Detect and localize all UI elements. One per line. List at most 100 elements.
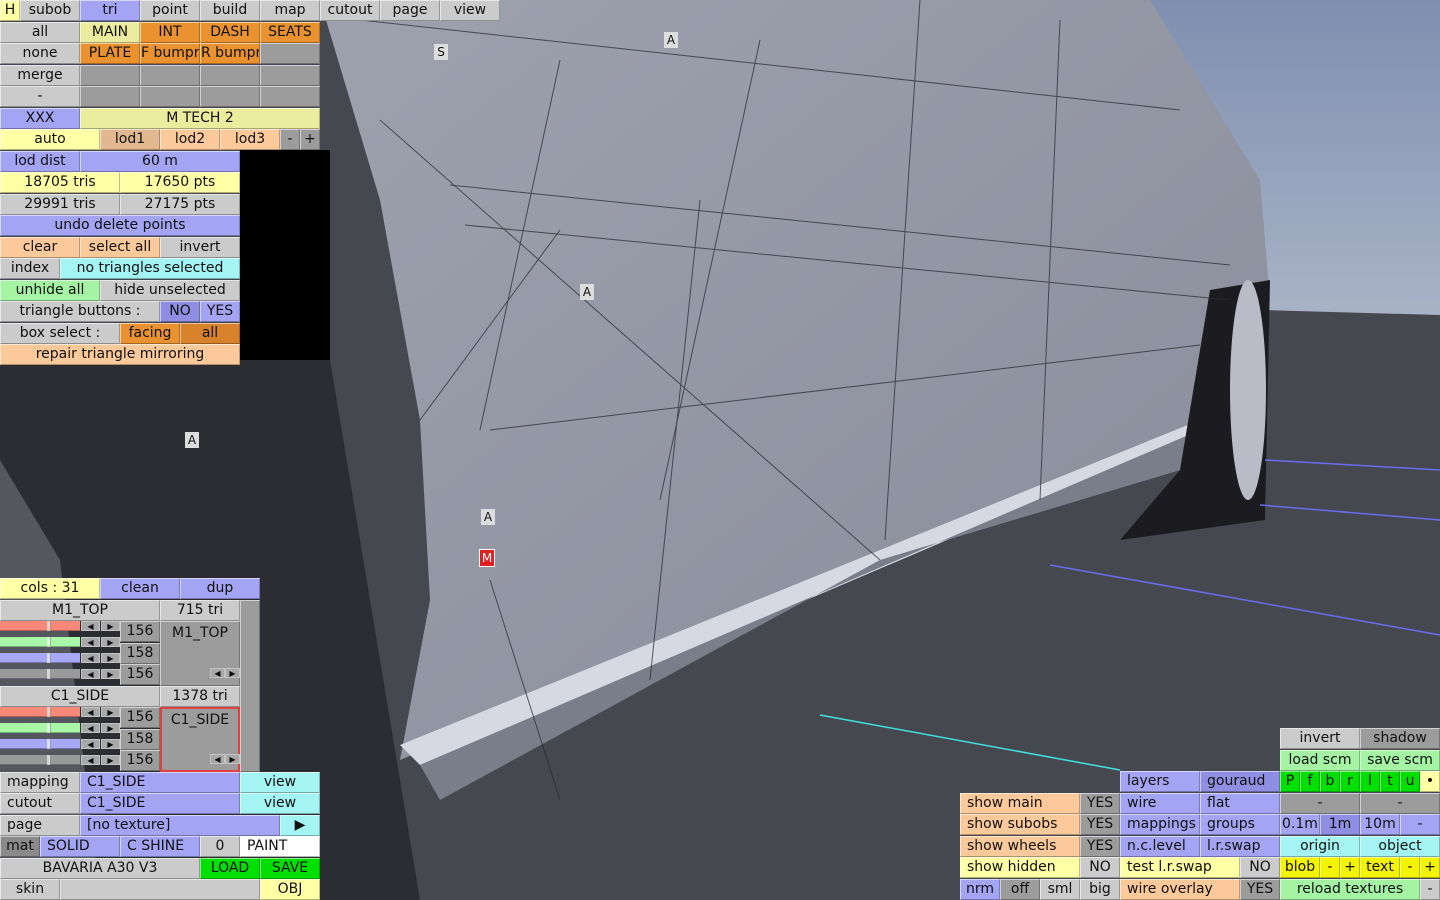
shadow-button[interactable]: shadow [1360,728,1440,749]
object-button[interactable]: object [1360,836,1440,857]
next-arrow-icon[interactable]: ▶ [225,668,240,678]
group-button[interactable]: INT [140,22,200,43]
slider-knob[interactable] [47,707,51,717]
hide-unselected-button[interactable]: hide unselected [100,280,240,301]
repair-triangle-mirroring-button[interactable]: repair triangle mirroring [0,344,240,365]
view-3-button[interactable]: r [1340,771,1360,792]
box-select-facing[interactable]: facing [120,323,180,344]
slider-knob[interactable] [47,723,51,733]
point-marker[interactable]: A [664,32,678,48]
lod1-button[interactable]: lod1 [100,129,160,150]
show-wheels-toggle[interactable]: YES [1080,836,1120,857]
lr-swap-button[interactable]: l.r.swap [1200,836,1280,857]
decrease-arrow-icon[interactable]: ◀ [81,723,100,733]
mapping-view-button[interactable]: view [240,772,320,793]
decrease-arrow-icon[interactable]: ◀ [81,707,100,717]
lod-auto-button[interactable]: auto [0,129,100,150]
colour-channel-slider[interactable] [0,707,80,717]
tab-view[interactable]: view [440,0,500,21]
colour-channel-slider[interactable] [0,637,80,647]
point-marker[interactable]: A [185,432,199,448]
increase-arrow-icon[interactable]: ▶ [101,653,120,663]
display-invert-button[interactable]: invert [1280,728,1360,749]
unhide-all-button[interactable]: unhide all [0,280,100,301]
normals-button[interactable]: nrm [960,879,1000,900]
group-button[interactable]: PLATE [80,43,140,64]
colour-channel-slider[interactable] [0,723,80,733]
index-button[interactable]: index [0,258,60,279]
skin-field[interactable] [60,879,260,900]
tab-build[interactable]: build [200,0,260,21]
decrease-arrow-icon[interactable]: ◀ [81,653,100,663]
solid-button[interactable]: SOLID [40,836,120,857]
decrease-arrow-icon[interactable]: ◀ [81,621,100,631]
normals-button[interactable]: big [1080,879,1120,900]
show-subobs-toggle[interactable]: YES [1080,814,1120,835]
load-button[interactable]: LOAD [200,858,260,879]
colour-channel-slider[interactable] [0,739,80,749]
colour-list-scrollbar[interactable] [240,600,260,772]
view-4-button[interactable]: l [1360,771,1380,792]
tab-tri[interactable]: tri [80,0,140,21]
mappings-button[interactable]: mappings [1120,814,1200,835]
dash-button[interactable]: - [1360,793,1440,814]
lod3-button[interactable]: lod3 [220,129,280,150]
view-1-button[interactable]: f [1300,771,1320,792]
show-hidden-toggle[interactable]: NO [1080,857,1120,878]
select-all-groups-button[interactable]: all [0,22,80,43]
paint-field[interactable]: PAINT [240,836,320,857]
increase-arrow-icon[interactable]: ▶ [101,637,120,647]
minus-button[interactable]: - [0,86,80,107]
decrease-arrow-icon[interactable]: ◀ [81,637,100,647]
clear-button[interactable]: clear [0,237,80,258]
blob-plus-button[interactable]: + [1340,857,1360,878]
text-plus-button[interactable]: + [1420,857,1440,878]
group-slot[interactable] [200,86,260,107]
normals-button[interactable]: off [1000,879,1040,900]
group-slot[interactable] [260,86,320,107]
reload-textures-button[interactable]: reload textures [1280,879,1420,900]
normals-button[interactable]: sml [1040,879,1080,900]
save-scm-button[interactable]: save scm [1360,750,1440,771]
increase-arrow-icon[interactable]: ▶ [101,755,120,765]
gouraud-button[interactable]: gouraud [1200,771,1280,792]
tab-map[interactable]: map [260,0,320,21]
tab-cutout[interactable]: cutout [320,0,380,21]
grid-size-button[interactable]: 1m [1320,814,1360,835]
lod-plus-button[interactable]: + [300,129,320,150]
test-lr-swap-toggle[interactable]: NO [1240,857,1280,878]
reload-minus-button[interactable]: - [1420,879,1440,900]
slider-knob[interactable] [47,621,51,631]
group-slot[interactable] [260,43,320,64]
text-minus-button[interactable]: - [1400,857,1420,878]
tab-page[interactable]: page [380,0,440,21]
point-marker[interactable]: A [580,284,594,300]
grid-size-button[interactable]: - [1400,814,1440,835]
group-slot[interactable] [140,65,200,86]
nc-level-button[interactable]: n.c.level [1120,836,1200,857]
clean-button[interactable]: clean [100,578,180,599]
group-button[interactable]: F bumpr [140,43,200,64]
cutout-view-button[interactable]: view [240,793,320,814]
decrease-arrow-icon[interactable]: ◀ [81,755,100,765]
invert-selection-button[interactable]: invert [160,237,240,258]
lod-minus-button[interactable]: - [280,129,300,150]
increase-arrow-icon[interactable]: ▶ [101,707,120,717]
group-slot[interactable] [80,86,140,107]
view-7-button[interactable]: • [1420,771,1440,792]
group-button[interactable]: DASH [200,22,260,43]
group-button[interactable]: MAIN [80,22,140,43]
view-2-button[interactable]: b [1320,771,1340,792]
select-none-groups-button[interactable]: none [0,43,80,64]
prev-arrow-icon[interactable]: ◀ [210,754,225,764]
view-0-button[interactable]: P [1280,771,1300,792]
triangle-buttons-yes[interactable]: YES [200,301,240,322]
group-button[interactable]: R bumpr [200,43,260,64]
load-scm-button[interactable]: load scm [1280,750,1360,771]
slider-knob[interactable] [47,637,51,647]
slider-knob[interactable] [47,653,51,663]
group-slot[interactable] [260,65,320,86]
flat-button[interactable]: flat [1200,793,1280,814]
point-marker[interactable]: A [481,509,495,525]
group-slot[interactable] [80,65,140,86]
